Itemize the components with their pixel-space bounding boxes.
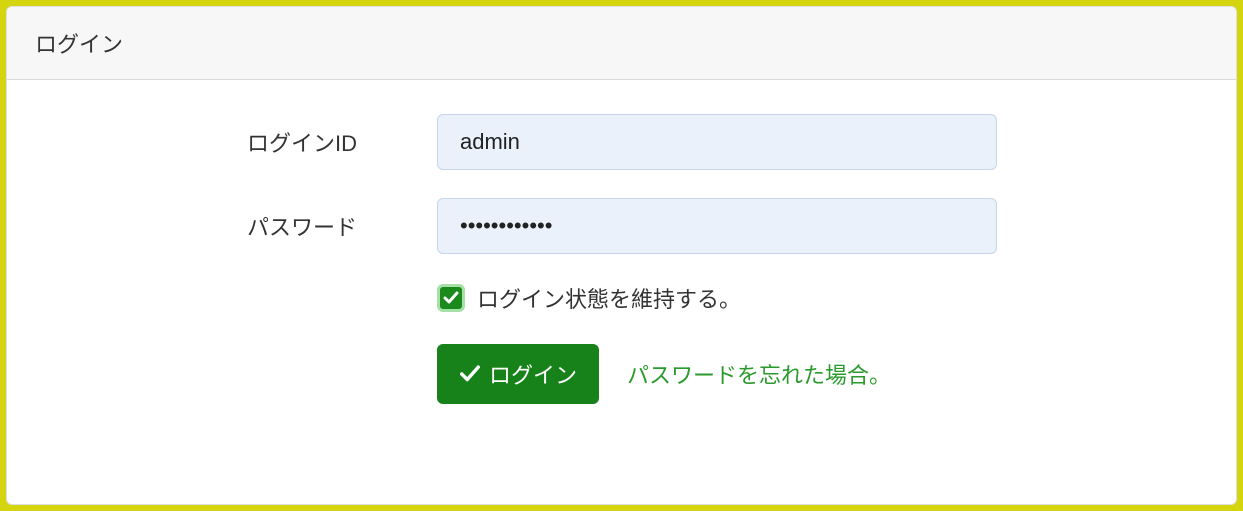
remember-label: ログイン状態を維持する。 [477,282,741,314]
password-input[interactable] [437,198,997,254]
login-id-row: ログインID [47,114,1196,170]
forgot-password-link[interactable]: パスワードを忘れた場合。 [627,358,891,390]
remember-row: ログイン状態を維持する。 [47,282,1196,314]
panel-title: ログイン [7,7,1236,80]
remember-checkbox[interactable] [437,284,465,312]
login-id-label: ログインID [47,126,437,158]
login-panel: ログイン ログインID パスワード ログイン状態を維持する。 [6,6,1237,505]
action-row: ログイン パスワードを忘れた場合。 [47,344,1196,404]
password-row: パスワード [47,198,1196,254]
login-button-label: ログイン [489,358,577,390]
check-icon [459,363,481,385]
check-icon [443,290,459,306]
login-id-input[interactable] [437,114,997,170]
password-label: パスワード [47,210,437,242]
login-button[interactable]: ログイン [437,344,599,404]
panel-body: ログインID パスワード ログイン状態を維持する。 [7,80,1236,472]
